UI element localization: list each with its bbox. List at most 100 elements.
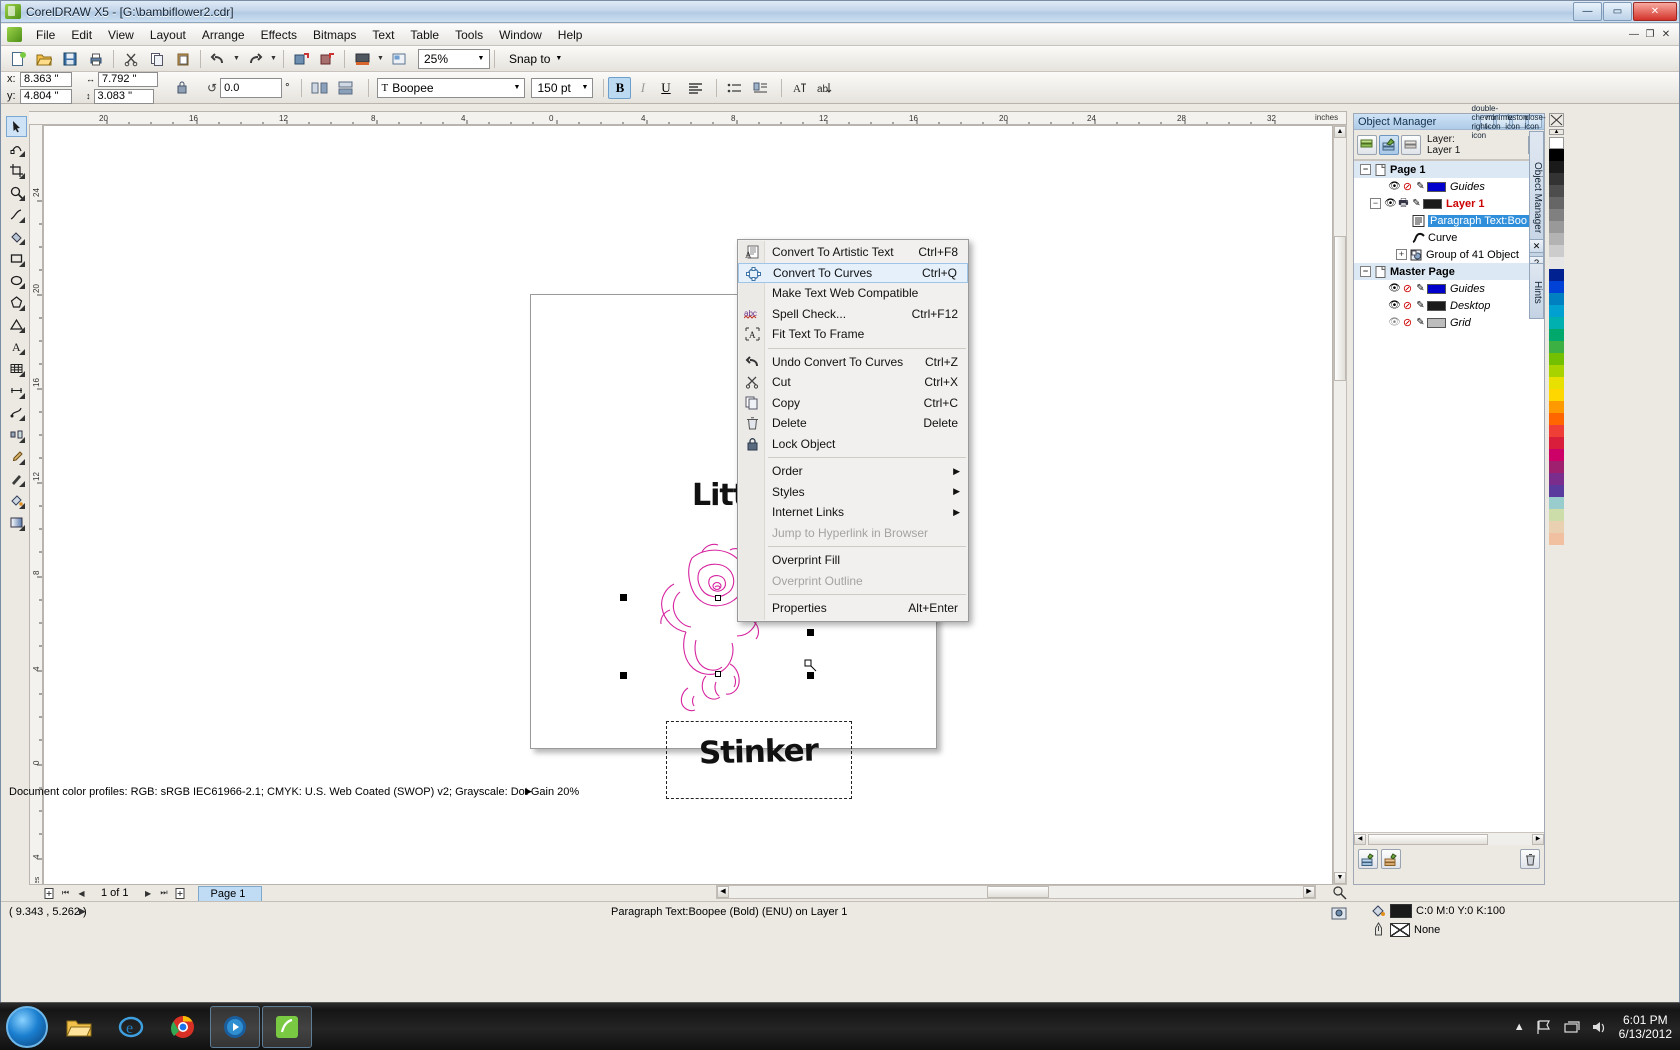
palette-no-color-swatch[interactable] xyxy=(1549,113,1564,127)
text-frame-resize-icon[interactable] xyxy=(804,659,818,673)
polygon-tool[interactable] xyxy=(6,292,27,313)
new-master-layer-button[interactable] xyxy=(1381,849,1401,869)
edit-across-layers-button[interactable] xyxy=(1379,134,1399,155)
palette-swatch[interactable] xyxy=(1549,161,1564,173)
media-player-taskbar-icon[interactable] xyxy=(210,1005,260,1048)
palette-swatch[interactable] xyxy=(1549,497,1564,509)
zoom-level-combobox[interactable]: 25% ▼ xyxy=(418,48,490,69)
pen-edit-icon[interactable]: ✎ xyxy=(1414,300,1427,311)
tree-row-paragraph-text[interactable]: Paragraph Text:Boo xyxy=(1354,212,1544,229)
shape-tool[interactable] xyxy=(6,138,27,159)
palette-swatch[interactable] xyxy=(1549,281,1564,293)
next-page-button[interactable]: ▶ xyxy=(142,887,155,900)
import-icon[interactable] xyxy=(289,47,313,70)
menu-item-convert-to-curves[interactable]: Convert To Curves Ctrl+Q xyxy=(738,262,968,283)
text-direction-icon[interactable]: ab xyxy=(813,76,837,99)
palette-swatch[interactable] xyxy=(1549,305,1564,317)
printer-icon[interactable]: 🖶 xyxy=(1397,194,1410,213)
x-position-input[interactable]: 8.363 " xyxy=(20,71,72,87)
menu-item-internet-links[interactable]: Internet Links ▶ xyxy=(738,502,968,523)
internet-explorer-taskbar-icon[interactable]: e xyxy=(106,1006,156,1048)
menu-item-spell-check[interactable]: abc Spell Check... Ctrl+F12 xyxy=(738,304,968,325)
palette-swatch[interactable] xyxy=(1549,317,1564,329)
tree-row-guides-page[interactable]: 👁 ⊘ ✎ Guides xyxy=(1354,178,1544,195)
chevron-down-icon[interactable]: ▼ xyxy=(514,84,525,91)
palette-swatch[interactable] xyxy=(1549,449,1564,461)
ellipse-tool[interactable] xyxy=(6,270,27,291)
mirror-vertical-icon[interactable] xyxy=(333,76,357,99)
color-profiles-expand-icon[interactable]: ▶ xyxy=(525,786,532,797)
pen-edit-icon[interactable]: ✎ xyxy=(1414,317,1427,328)
scroll-left-icon[interactable]: ◀ xyxy=(717,886,729,898)
layer-color-swatch[interactable] xyxy=(1427,317,1446,328)
palette-swatch[interactable] xyxy=(1549,341,1564,353)
application-launcher-icon[interactable] xyxy=(350,47,374,70)
palette-swatch[interactable] xyxy=(1549,233,1564,245)
save-disk-icon[interactable] xyxy=(58,47,82,70)
menu-item-overprint-fill[interactable]: Overprint Fill xyxy=(738,550,968,571)
volume-icon[interactable] xyxy=(1591,1019,1609,1035)
selection-handle-bl[interactable] xyxy=(620,672,627,679)
tree-row-guides-master[interactable]: 👁 ⊘ ✎ Guides xyxy=(1354,280,1544,297)
eye-icon[interactable]: 👁 xyxy=(1384,198,1397,209)
previous-page-button[interactable]: ◀ xyxy=(75,887,88,900)
tree-row-master-page[interactable]: − Master Page xyxy=(1354,263,1544,280)
close-button[interactable]: ✕ xyxy=(1633,1,1677,21)
palette-swatch[interactable] xyxy=(1549,257,1564,269)
context-menu[interactable]: A Convert To Artistic Text Ctrl+F8 Conve… xyxy=(737,239,969,622)
export-icon[interactable] xyxy=(315,47,339,70)
layer-color-swatch[interactable] xyxy=(1427,300,1446,311)
docker-horizontal-scrollbar[interactable]: ◀ ▶ xyxy=(1354,832,1544,845)
menu-item-styles[interactable]: Styles ▶ xyxy=(738,482,968,503)
redo-arrow-icon[interactable] xyxy=(243,47,267,70)
maximize-button[interactable]: ▭ xyxy=(1603,1,1632,21)
tree-row-curve[interactable]: Curve xyxy=(1354,229,1544,246)
menu-arrange[interactable]: Arrange xyxy=(194,25,253,45)
expander-icon[interactable]: − xyxy=(1360,164,1371,175)
launcher-dropdown-icon[interactable]: ▼ xyxy=(375,47,386,70)
height-input[interactable]: 3.083 " xyxy=(93,88,154,104)
palette-swatch[interactable] xyxy=(1549,533,1564,545)
eye-icon[interactable]: 👁 xyxy=(1388,181,1401,192)
first-page-button[interactable]: ⏮ xyxy=(59,887,72,900)
document-close-button[interactable]: ✕ xyxy=(1659,28,1673,42)
width-input[interactable]: 7.792 " xyxy=(98,71,158,87)
palette-swatch[interactable] xyxy=(1549,401,1564,413)
welcome-screen-icon[interactable] xyxy=(387,47,411,70)
palette-swatch[interactable] xyxy=(1549,197,1564,209)
selection-handle-br[interactable] xyxy=(807,672,814,679)
layer-color-swatch[interactable] xyxy=(1423,198,1442,209)
palette-swatch[interactable] xyxy=(1549,149,1564,161)
scroll-right-icon[interactable]: ▶ xyxy=(1303,886,1315,898)
vertical-ruler[interactable]: 24 20 16 12 8 4 0 4 inches xyxy=(29,125,43,885)
table-tool[interactable] xyxy=(6,358,27,379)
layer-color-swatch[interactable] xyxy=(1427,283,1446,294)
network-flag-icon[interactable] xyxy=(1535,1019,1553,1035)
docker-side-tab-hints[interactable]: Hints xyxy=(1529,263,1544,319)
palette-swatch[interactable] xyxy=(1549,293,1564,305)
chevron-down-icon[interactable]: ▼ xyxy=(555,55,562,62)
palette-swatch[interactable] xyxy=(1549,509,1564,521)
scroll-down-icon[interactable]: ▼ xyxy=(1334,872,1346,884)
layer-color-swatch[interactable] xyxy=(1427,181,1446,192)
palette-swatch[interactable] xyxy=(1549,353,1564,365)
canvas-vertical-scrollbar[interactable]: ▲ ▼ xyxy=(1333,125,1347,885)
network-icon[interactable] xyxy=(1563,1019,1581,1035)
interactive-fill-tool[interactable] xyxy=(6,512,27,533)
menu-view[interactable]: View xyxy=(100,25,142,45)
expander-icon[interactable]: + xyxy=(1396,249,1407,260)
menu-item-order[interactable]: Order ▶ xyxy=(738,461,968,482)
expander-icon[interactable]: − xyxy=(1370,198,1381,209)
new-layer-button[interactable] xyxy=(1358,849,1378,869)
docker-close-icon[interactable]: close-icon xyxy=(1524,113,1545,131)
last-page-button[interactable]: ⏭ xyxy=(158,887,171,900)
text-tool[interactable]: A xyxy=(6,336,27,357)
underline-button[interactable]: U xyxy=(654,77,677,99)
selection-handle-tl[interactable] xyxy=(620,594,627,601)
palette-swatch[interactable] xyxy=(1549,173,1564,185)
pen-edit-icon[interactable]: ✎ xyxy=(1414,181,1427,192)
add-page-before-icon[interactable] xyxy=(43,887,56,900)
bold-button[interactable]: B xyxy=(608,76,632,99)
outline-none-swatch[interactable] xyxy=(1390,922,1410,937)
menu-item-lock-object[interactable]: Lock Object xyxy=(738,434,968,455)
